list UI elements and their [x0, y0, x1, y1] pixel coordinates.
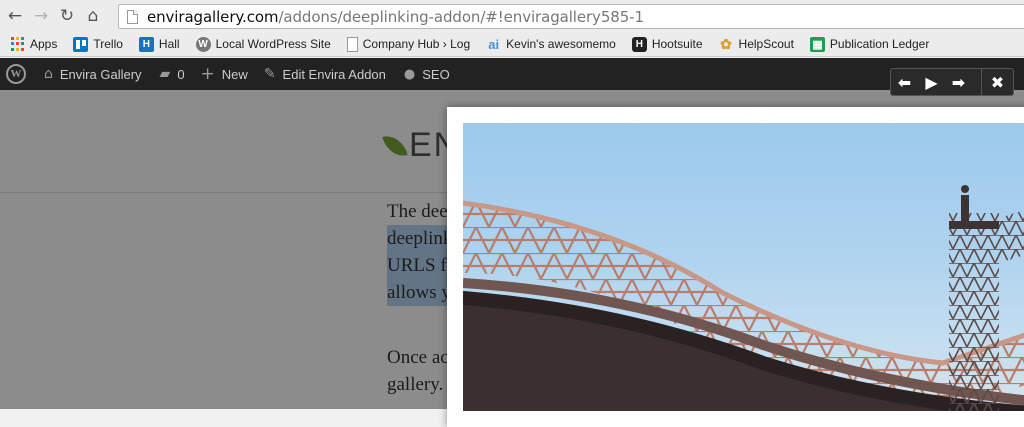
reload-icon[interactable]: ↻	[56, 5, 78, 27]
wordpress-logo-icon[interactable]: W	[6, 64, 26, 84]
bookmark-kevins[interactable]: ai Kevin's awesomemo	[486, 37, 616, 52]
close-icon[interactable]: ✖	[981, 69, 1013, 95]
bookmark-publication-ledger[interactable]: ▦ Publication Ledger	[809, 36, 930, 52]
admin-bar-site-link[interactable]: ⌂ Envira Gallery	[44, 66, 142, 82]
helpscout-icon: ✿	[720, 35, 732, 52]
bookmark-hootsuite[interactable]: H Hootsuite	[631, 36, 703, 52]
new-label: New	[221, 66, 248, 82]
forward-arrow-icon[interactable]: →	[30, 5, 52, 27]
pencil-icon: ✎	[263, 66, 276, 82]
gallery-image[interactable]	[463, 123, 1024, 411]
bookmark-label: Company Hub › Log	[362, 37, 471, 51]
bookmark-label: Apps	[30, 37, 58, 51]
hall-icon: H	[138, 36, 154, 52]
page-icon	[127, 9, 138, 24]
home-icon: ⌂	[44, 66, 53, 82]
bookmark-label: Hall	[158, 37, 180, 51]
previous-arrow-icon[interactable]: ⬅	[891, 69, 918, 95]
wp-admin-bar: W ⌂ Envira Gallery ▰ 0 + New ✎ Edit Envi…	[0, 58, 1024, 90]
next-arrow-icon[interactable]: ➡	[945, 69, 972, 95]
tower-finial	[961, 185, 969, 193]
bookmark-label: Local WordPress Site	[215, 37, 331, 51]
bookmark-label: HelpScout	[738, 37, 794, 51]
url-path: /addons/deeplinking-addon/#!enviragaller…	[278, 7, 644, 26]
hootsuite-icon: H	[631, 36, 647, 52]
play-icon[interactable]: ▶	[918, 69, 945, 95]
bookmark-label: Trello	[93, 37, 123, 51]
plus-icon: +	[200, 64, 215, 84]
sheets-icon: ▦	[809, 36, 825, 52]
bookmark-label: Publication Ledger	[829, 37, 930, 51]
bookmark-helpscout[interactable]: ✿ HelpScout	[719, 35, 794, 52]
bookmark-apps[interactable]: Apps	[10, 36, 58, 52]
tower-spire	[961, 195, 969, 223]
comment-bubble-icon: ▰	[159, 66, 171, 82]
admin-bar-seo[interactable]: ● SEO	[404, 67, 450, 82]
tower-side-truss	[999, 210, 1024, 263]
admin-bar-edit[interactable]: ✎ Edit Envira Addon	[264, 66, 386, 82]
bookmark-trello[interactable]: Trello	[73, 36, 123, 52]
trello-icon	[73, 36, 89, 52]
wordpress-icon: W	[195, 36, 211, 52]
seo-label: SEO	[422, 66, 450, 82]
page-icon	[346, 36, 358, 52]
apps-grid-icon	[10, 36, 25, 52]
browser-toolbar: ← → ↻ ⌂ enviragallery.com/addons/deeplin…	[0, 0, 1024, 32]
seo-dot-icon: ●	[403, 66, 416, 82]
address-bar[interactable]: enviragallery.com/addons/deeplinking-add…	[118, 4, 1024, 29]
back-arrow-icon[interactable]: ←	[4, 5, 26, 27]
bookmark-local-wordpress[interactable]: W Local WordPress Site	[195, 36, 331, 52]
ai-icon: ai	[488, 36, 500, 52]
url-text: enviragallery.com/addons/deeplinking-add…	[147, 8, 644, 26]
site-name: Envira Gallery	[59, 66, 142, 82]
admin-bar-comments[interactable]: ▰ 0	[160, 66, 185, 82]
bookmark-hall[interactable]: H Hall	[138, 36, 180, 52]
bridge-illustration	[463, 185, 1024, 411]
bookmark-label: Hootsuite	[651, 37, 703, 51]
admin-bar-new[interactable]: + New	[201, 64, 248, 84]
comments-count: 0	[177, 66, 185, 82]
tower-cap	[949, 221, 999, 229]
home-icon[interactable]: ⌂	[82, 5, 104, 27]
bookmarks-bar: Apps Trello H Hall W Local WordPress Sit…	[0, 32, 1024, 57]
edit-label: Edit Envira Addon	[282, 66, 386, 82]
bookmark-label: Kevin's awesomemo	[506, 37, 616, 51]
bookmark-company-hub[interactable]: Company Hub › Log	[346, 36, 471, 52]
bridge-tower	[949, 213, 999, 411]
url-domain: enviragallery.com	[147, 7, 279, 26]
lightbox-frame	[447, 107, 1024, 427]
lightbox-controls: ⬅ ▶ ➡ ✖	[890, 68, 1014, 96]
